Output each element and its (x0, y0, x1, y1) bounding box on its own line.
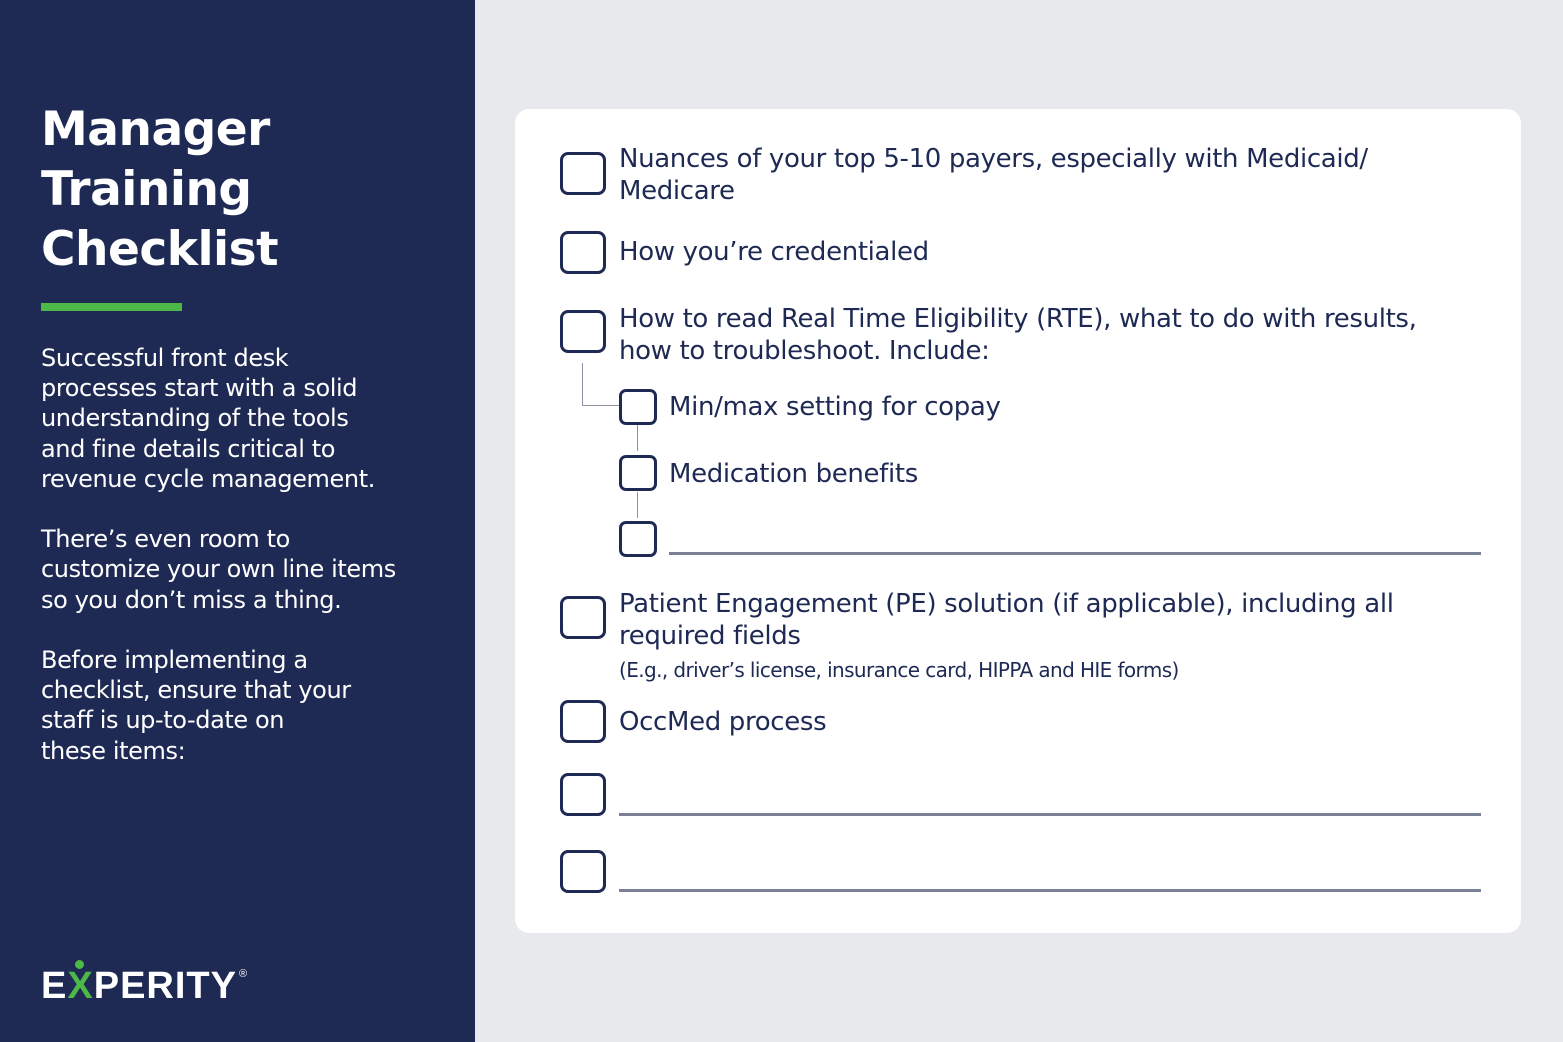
intro-text: Successful front desk processes start wi… (41, 343, 441, 796)
item-label-payer-nuances: Nuances of your top 5-10 payers, especia… (619, 144, 1368, 206)
title-line: Checklist (41, 222, 279, 277)
logo-person-x-icon: X (67, 960, 94, 1007)
checkbox-occmed[interactable] (560, 700, 606, 743)
checkbox-custom-sub-item[interactable] (619, 521, 657, 557)
item-label-medication-benefits: Medication benefits (669, 459, 918, 489)
checkbox-min-max-copay[interactable] (619, 389, 657, 425)
checkbox-patient-engagement[interactable] (560, 596, 606, 639)
checkbox-custom-item-1[interactable] (560, 773, 606, 816)
checkbox-rte[interactable] (560, 310, 606, 353)
item-label-rte: How to read Real Time Eligibility (RTE),… (619, 304, 1417, 366)
title-line: Manager (41, 102, 270, 157)
custom-item-line-1[interactable] (619, 813, 1481, 816)
intro-paragraph: Successful front desk processes start wi… (41, 344, 375, 493)
title-line: Training (41, 162, 252, 217)
checkbox-payer-nuances[interactable] (560, 152, 606, 195)
experity-logo: E X PERITY ® (41, 960, 249, 1008)
sidebar: Manager Training Checklist Successful fr… (0, 0, 475, 1042)
page-title: Manager Training Checklist (41, 100, 441, 280)
intro-paragraph: There’s even room to customize your own … (41, 525, 396, 614)
intro-paragraph: Before implementing a checklist, ensure … (41, 646, 351, 765)
tree-connector (582, 363, 583, 406)
tree-connector (582, 405, 620, 406)
custom-sub-item-line[interactable] (669, 552, 1481, 555)
item-label-min-max-copay: Min/max setting for copay (669, 392, 1001, 422)
accent-divider (41, 303, 182, 311)
item-label-credentialed: How you’re credentialed (619, 237, 929, 267)
checkbox-credentialed[interactable] (560, 231, 606, 274)
item-note-patient-engagement: (E.g., driver’s license, insurance card,… (619, 658, 1179, 682)
logo-prefix: E (41, 965, 68, 1007)
logo-suffix: PERITY (93, 965, 237, 1007)
custom-item-line-2[interactable] (619, 889, 1481, 892)
tree-connector (637, 492, 638, 518)
tree-connector (637, 425, 638, 451)
item-label-patient-engagement: Patient Engagement (PE) solution (if app… (619, 589, 1394, 651)
checkbox-custom-item-2[interactable] (560, 850, 606, 893)
item-label-occmed: OccMed process (619, 707, 827, 737)
checklist-card: Nuances of your top 5-10 payers, especia… (515, 109, 1521, 933)
registered-mark: ® (238, 968, 249, 980)
checkbox-medication-benefits[interactable] (619, 455, 657, 491)
